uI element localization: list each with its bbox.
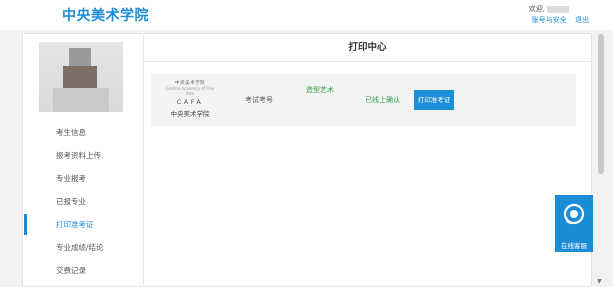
- headset-icon: [563, 203, 585, 225]
- online-service-label: 在线客服: [561, 242, 587, 250]
- logout-link[interactable]: 退出: [575, 16, 589, 24]
- online-service-button[interactable]: 在线客服: [555, 195, 593, 252]
- school-name: 中央美术学院: [170, 110, 210, 118]
- content-card: 考生信息 报考资料上传 专业报考 已报专业 打印准考证 专业成绩/结论 交费记录…: [22, 33, 592, 287]
- sidebar-item-candidate-info[interactable]: 考生信息: [23, 121, 143, 144]
- school-logo-cafa-text: CAFA: [176, 98, 204, 106]
- sidebar-item-print-admission-ticket[interactable]: 打印准考证: [23, 213, 143, 236]
- scrollbar-thumb[interactable]: [598, 34, 604, 174]
- sidebar-item-upload-materials[interactable]: 报考资料上传: [23, 144, 143, 167]
- welcome-text: 欢迎,: [529, 4, 569, 14]
- avatar-blur-top: [69, 48, 91, 66]
- confirmation-status: 已线上确认: [365, 96, 400, 104]
- username-blurred: [547, 5, 569, 13]
- avatar-blur-bottom: [53, 88, 109, 112]
- avatar: [39, 42, 123, 112]
- school-logo-sub-text: Central Academy of Fine Arts: [165, 86, 215, 96]
- sidebar-item-apply-major[interactable]: 专业报考: [23, 167, 143, 190]
- sidebar-item-applied-majors[interactable]: 已报专业: [23, 190, 143, 213]
- sidebar-item-payment-records[interactable]: 交费记录: [23, 259, 143, 282]
- school-logo: 中央美术学院 Central Academy of Fine Arts CAFA: [163, 80, 217, 106]
- page-scrollbar[interactable]: ▼: [596, 30, 606, 287]
- welcome-label: 欢迎,: [528, 5, 545, 13]
- sidebar-menu: 考生信息 报考资料上传 专业报考 已报专业 打印准考证 专业成绩/结论 交费记录: [23, 121, 143, 282]
- sidebar: 考生信息 报考资料上传 专业报考 已报专业 打印准考证 专业成绩/结论 交费记录: [23, 34, 144, 286]
- account-security-link[interactable]: 账号与安全: [532, 16, 567, 24]
- avatar-blur-middle: [63, 66, 97, 88]
- print-list-item: 中央美术学院 Central Academy of Fine Arts CAFA…: [151, 74, 576, 126]
- page-title: 打印中心: [144, 34, 591, 62]
- exam-number-label: 考试考号: [245, 96, 273, 104]
- scroll-down-arrow-icon[interactable]: ▼: [597, 278, 602, 285]
- site-logo[interactable]: 中央美术学院: [62, 5, 149, 25]
- main-panel: 打印中心 中央美术学院 Central Academy of Fine Arts…: [144, 34, 591, 286]
- top-links: 账号与安全 退出: [526, 15, 589, 25]
- major-name: 造型艺术: [306, 86, 334, 94]
- top-bar: 中央美术学院 欢迎, 账号与安全 退出: [0, 0, 613, 30]
- sidebar-item-scores-results[interactable]: 专业成绩/结论: [23, 236, 143, 259]
- print-admission-ticket-button[interactable]: 打印准考证: [414, 90, 454, 110]
